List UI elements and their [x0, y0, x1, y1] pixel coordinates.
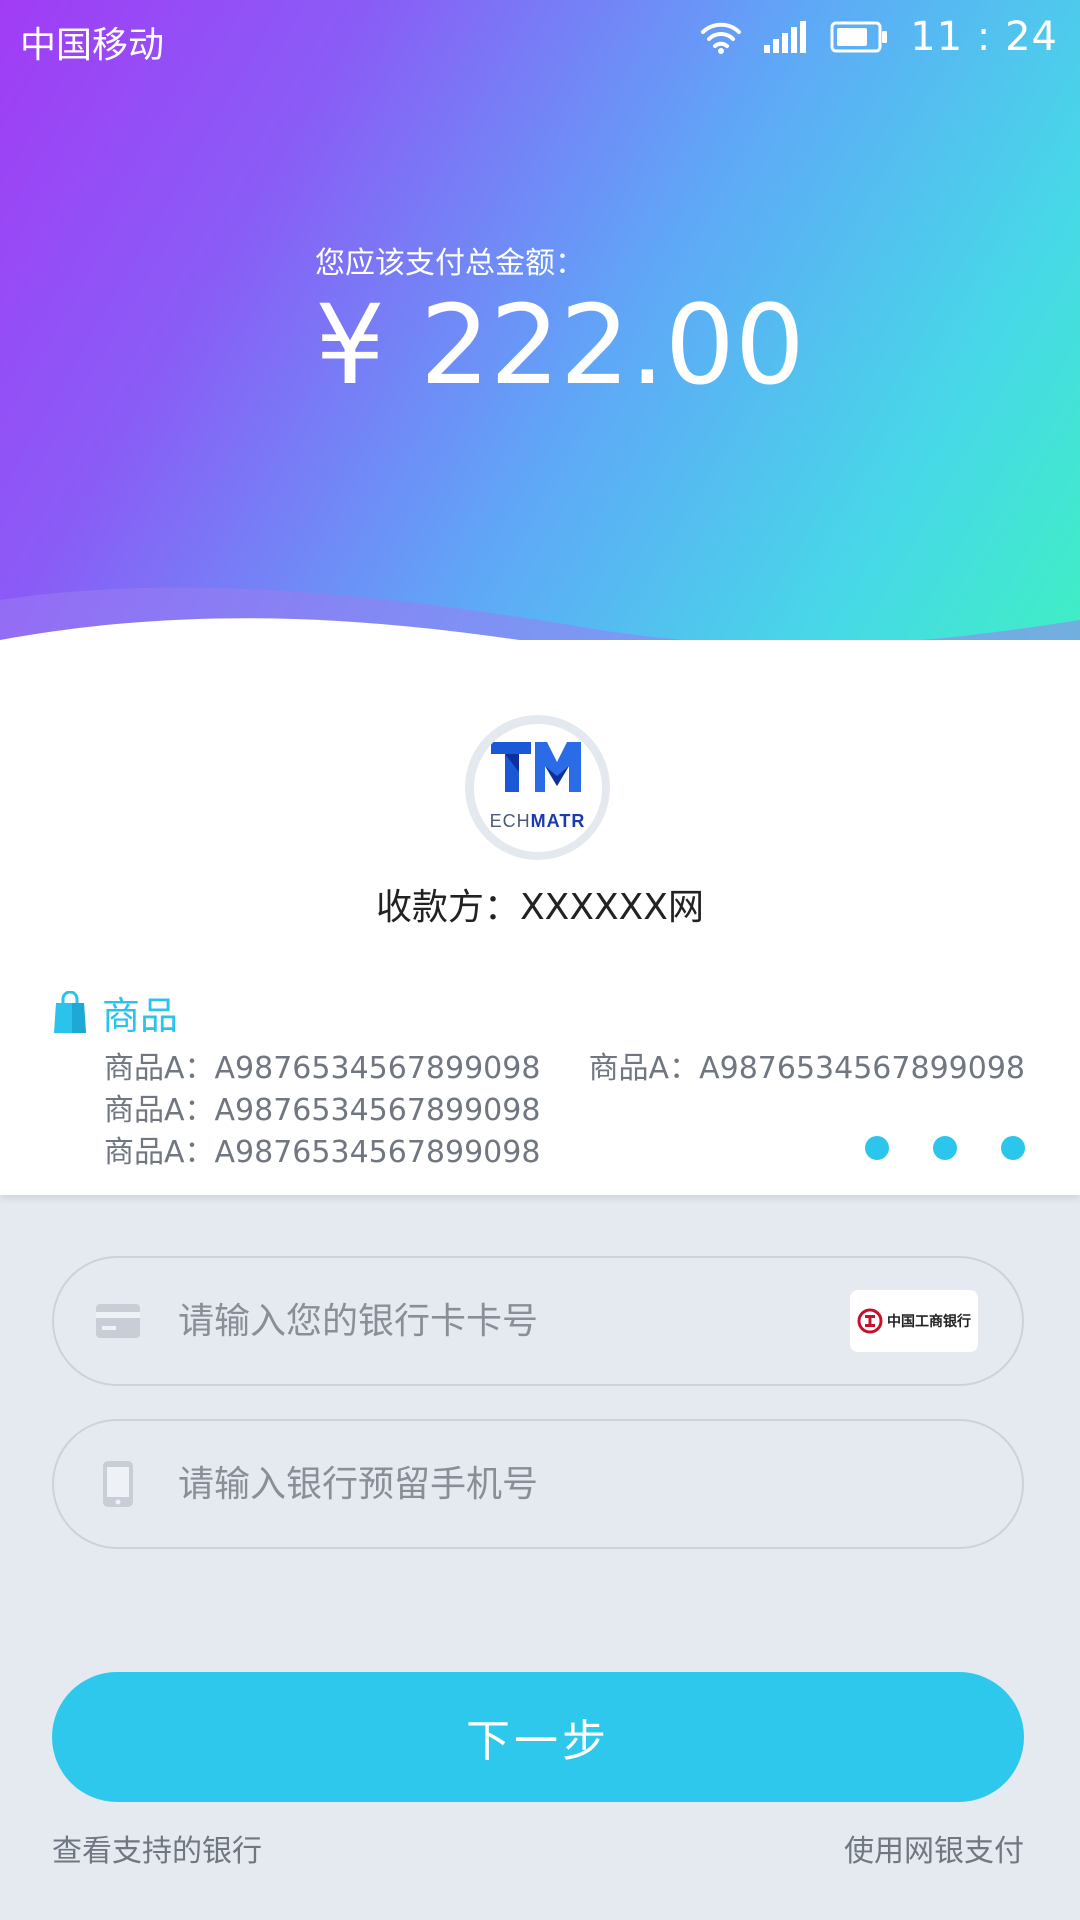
goods-list-right: 商品A：A9876534567899098: [589, 1048, 1025, 1090]
amount-section: 您应该支付总金额： ¥ 222.00: [315, 238, 805, 404]
more-dots-button[interactable]: [865, 1136, 1025, 1160]
payee-label: 收款方：XXXXXX网: [376, 887, 704, 928]
dot-icon: [933, 1136, 957, 1160]
signal-icon: [764, 21, 807, 53]
merchant-logo: ECHMATR: [465, 715, 610, 860]
list-item: 商品A：A9876534567899098: [588, 1051, 1025, 1086]
card-number-input[interactable]: [176, 1299, 850, 1343]
list-item: 商品A：A9876534567899098: [104, 1051, 541, 1086]
carrier-name: 中国移动: [20, 25, 165, 66]
phone-number-input[interactable]: [176, 1462, 1022, 1506]
goods-title: 商品: [102, 994, 179, 1038]
list-item: 商品A：A9876534567899098: [104, 1093, 541, 1128]
goods-header: 商品: [52, 985, 178, 1040]
amount-label: 您应该支付总金额：: [315, 246, 585, 281]
bank-selector[interactable]: 中国工商银行: [850, 1290, 978, 1352]
icbc-logo-icon: [857, 1308, 883, 1334]
credit-card-icon: [96, 1304, 140, 1338]
logo-text-light: ECH: [489, 810, 531, 831]
clock: 11 : 24: [910, 14, 1058, 60]
bank-name: 中国工商银行: [887, 1314, 971, 1330]
phone-number-field[interactable]: [52, 1419, 1024, 1549]
battery-icon: [830, 21, 888, 53]
online-banking-link[interactable]: 使用网银支付: [844, 1826, 1024, 1870]
logo-wordmark: ECHMATR: [474, 811, 602, 832]
logo-text-bold: MATR: [530, 810, 586, 831]
card-number-field[interactable]: 中国工商银行: [52, 1256, 1024, 1386]
phone-icon: [103, 1461, 133, 1507]
list-item: 商品A：A9876534567899098: [104, 1135, 541, 1170]
goods-list-left: 商品A：A9876534567899098 商品A：A9876534567899…: [104, 1048, 540, 1174]
dot-icon: [865, 1136, 889, 1160]
shopping-bag-icon: [54, 990, 86, 1033]
wifi-icon: [701, 22, 742, 54]
status-bar: 中国移动 11 : 24: [0, 0, 1080, 80]
logo-mark-icon: [490, 741, 581, 792]
next-step-button[interactable]: 下一步: [52, 1672, 1024, 1802]
dot-icon: [1001, 1136, 1025, 1160]
amount-value: ¥ 222.00: [315, 281, 805, 409]
logo-badge: ECHMATR: [473, 723, 602, 852]
supported-banks-link[interactable]: 查看支持的银行: [52, 1826, 262, 1870]
